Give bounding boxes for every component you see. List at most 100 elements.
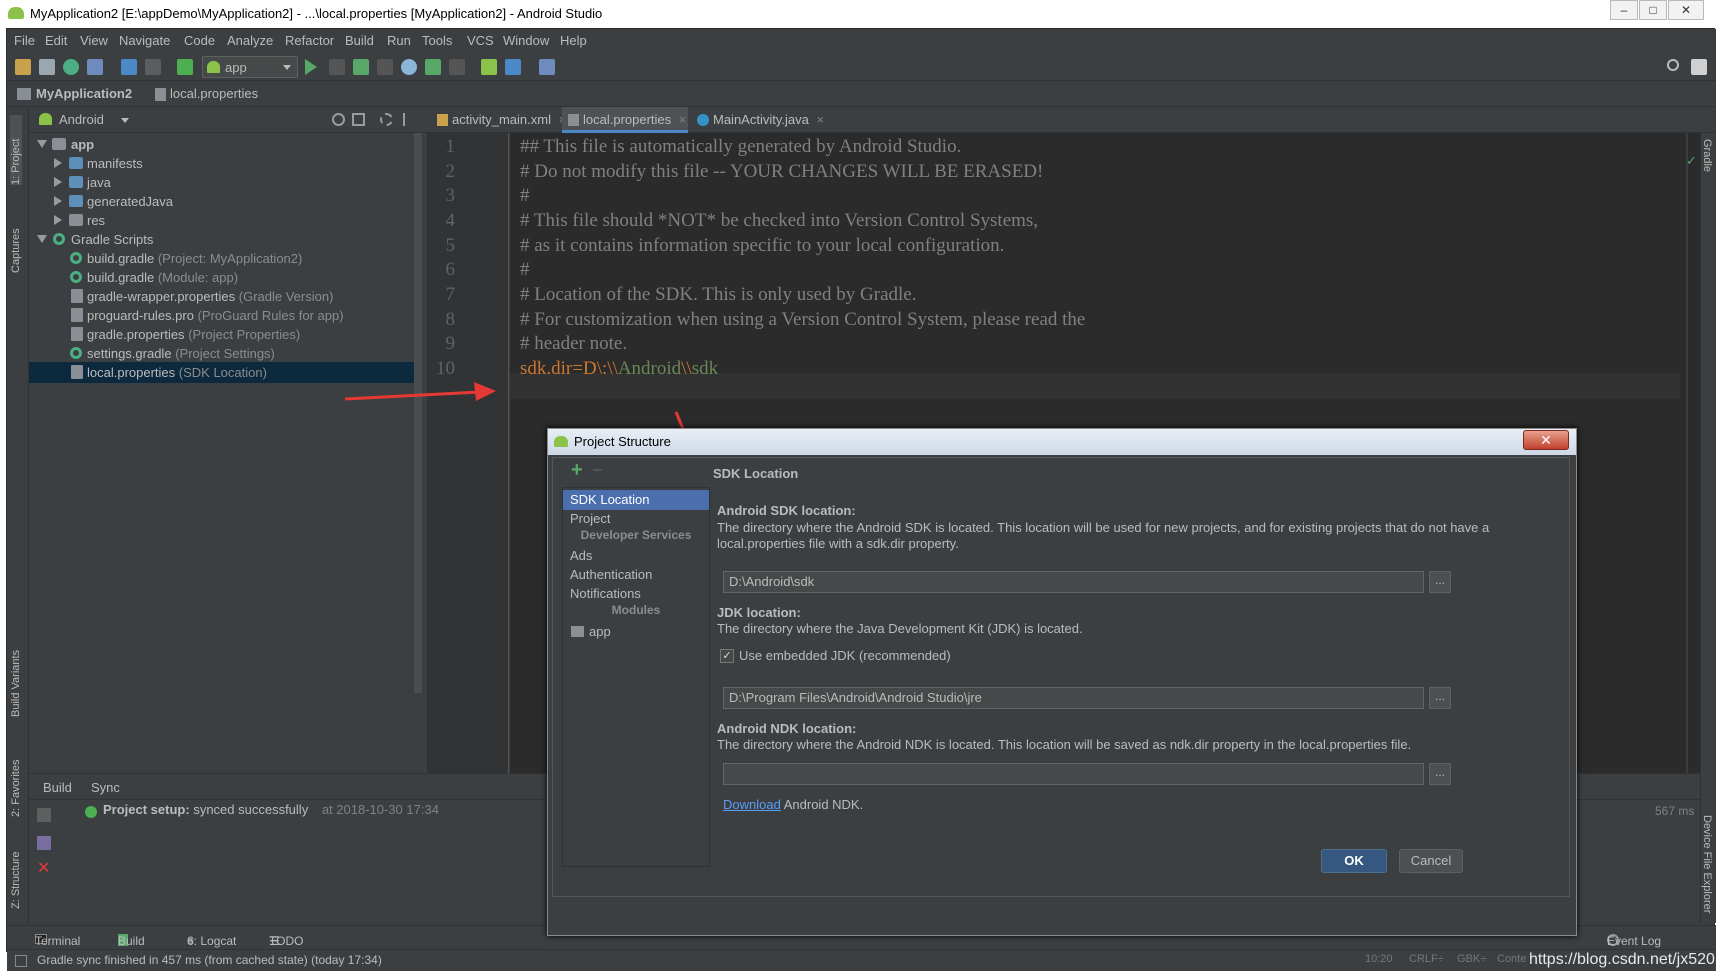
tab-local-properties[interactable]: local.properties ×	[562, 107, 688, 133]
project-tool-tab[interactable]: 1: Project	[10, 115, 22, 185]
sdk-manager-icon[interactable]	[505, 59, 521, 75]
download-ndk-link[interactable]: Download	[723, 797, 781, 812]
rerun-icon[interactable]	[37, 808, 51, 822]
close-tab-icon[interactable]: ×	[816, 112, 824, 127]
chevron-down-icon[interactable]	[121, 118, 129, 123]
expand-down-icon[interactable]	[37, 235, 47, 243]
profile-icon[interactable]	[401, 59, 417, 75]
menu-help[interactable]: Help	[560, 33, 587, 48]
menu-build[interactable]: Build	[345, 33, 374, 48]
jdk-browse-button[interactable]: ...	[1429, 687, 1451, 709]
line-separator[interactable]: CRLF÷	[1409, 953, 1444, 965]
menu-edit[interactable]: Edit	[45, 33, 67, 48]
tab-mainactivity-java[interactable]: MainActivity.java ×	[691, 107, 824, 133]
search-icon[interactable]	[1667, 59, 1679, 71]
menu-view[interactable]: View	[80, 33, 108, 48]
tool-windows-toggle-icon[interactable]	[15, 955, 27, 967]
expand-right-icon[interactable]	[54, 196, 62, 206]
refresh-icon[interactable]	[87, 59, 103, 75]
sidebar-item-authentication[interactable]: Authentication	[563, 565, 709, 585]
cancel-button[interactable]: Cancel	[1399, 849, 1463, 873]
pin-icon[interactable]	[37, 836, 51, 850]
run-configuration-select[interactable]: app	[202, 56, 298, 78]
ndk-browse-button[interactable]: ...	[1429, 763, 1451, 785]
tree-item-local-properties[interactable]: local.properties (SDK Location)	[29, 362, 414, 383]
tree-item-generatedjava[interactable]: generatedJava	[29, 191, 414, 212]
minimize-button[interactable]: –	[1610, 0, 1638, 20]
add-button[interactable]: +	[571, 459, 583, 482]
close-panel-icon[interactable]: ✕	[37, 858, 50, 878]
tree-item-manifests[interactable]: manifests	[29, 153, 414, 174]
captures-tool-tab[interactable]: Captures	[10, 211, 22, 273]
expand-right-icon[interactable]	[54, 177, 62, 187]
favorites-tool-tab[interactable]: 2: Favorites	[10, 747, 22, 817]
context-indicator[interactable]: Context: <no context>	[1497, 953, 1527, 965]
coverage-icon[interactable]	[377, 59, 393, 75]
forward-icon[interactable]	[145, 59, 161, 75]
expand-down-icon[interactable]	[37, 140, 47, 148]
jdk-location-field[interactable]: D:\Program Files\Android\Android Studio\…	[723, 687, 1424, 709]
tree-item-proguard[interactable]: proguard-rules.pro (ProGuard Rules for a…	[29, 305, 414, 326]
gear-icon[interactable]	[380, 113, 393, 126]
avd-manager-icon[interactable]	[481, 59, 497, 75]
build-tab[interactable]: Build	[43, 780, 72, 795]
sync-tab[interactable]: Sync	[91, 780, 120, 795]
tree-item-res[interactable]: res	[29, 210, 414, 231]
menu-analyze[interactable]: Analyze	[227, 33, 273, 48]
close-tab-icon[interactable]: ×	[679, 112, 687, 127]
project-panel-scrollbar[interactable]	[414, 133, 422, 693]
hide-panel-icon[interactable]	[403, 113, 415, 126]
sidebar-item-app[interactable]: app	[563, 622, 709, 642]
menu-refactor[interactable]: Refactor	[285, 33, 334, 48]
ndk-location-field[interactable]	[723, 763, 1424, 785]
tree-item-java[interactable]: java	[29, 172, 414, 193]
menu-file[interactable]: File	[14, 33, 35, 48]
collapse-icon[interactable]	[352, 113, 365, 126]
tab-activity-main-xml[interactable]: activity_main.xml ×	[431, 107, 566, 133]
sync-icon[interactable]	[63, 59, 79, 75]
sdk-browse-button[interactable]: ...	[1429, 571, 1451, 593]
expand-right-icon[interactable]	[54, 215, 62, 225]
sidebar-item-project[interactable]: Project	[563, 509, 709, 529]
run-icon[interactable]	[305, 59, 317, 75]
menu-window[interactable]: Window	[503, 33, 549, 48]
embedded-jdk-checkbox[interactable]: ✓	[720, 649, 734, 663]
attach-debugger-icon[interactable]	[425, 59, 441, 75]
menu-tools[interactable]: Tools	[422, 33, 452, 48]
tree-item-app[interactable]: app	[29, 134, 414, 155]
expand-right-icon[interactable]	[54, 158, 62, 168]
maximize-button[interactable]: □	[1639, 0, 1667, 20]
tree-item-gradle-wrapper[interactable]: gradle-wrapper.properties (Gradle Versio…	[29, 286, 414, 307]
locate-icon[interactable]	[332, 113, 345, 126]
caret-position[interactable]: 10:20	[1365, 953, 1393, 965]
file-encoding[interactable]: GBK÷	[1457, 953, 1486, 965]
gradle-tool-tab[interactable]: Gradle	[1701, 139, 1713, 172]
debug-icon[interactable]	[353, 59, 369, 75]
remove-button[interactable]: –	[593, 461, 602, 479]
breadcrumb-file[interactable]: local.properties	[170, 86, 258, 101]
menu-vcs[interactable]: VCS	[467, 33, 494, 48]
sidebar-item-notifications[interactable]: Notifications	[563, 584, 709, 604]
menu-run[interactable]: Run	[387, 33, 411, 48]
project-structure-icon[interactable]	[539, 59, 555, 75]
tree-item-build-gradle-module[interactable]: build.gradle (Module: app)	[29, 267, 414, 288]
tree-item-gradle-scripts[interactable]: Gradle Scripts	[29, 229, 414, 250]
tree-item-gradle-properties[interactable]: gradle.properties (Project Properties)	[29, 324, 414, 345]
back-icon[interactable]	[121, 59, 137, 75]
menu-code[interactable]: Code	[184, 33, 215, 48]
sidebar-item-sdk-location[interactable]: SDK Location	[563, 490, 709, 510]
stop-icon[interactable]	[449, 59, 465, 75]
ok-button[interactable]: OK	[1321, 849, 1387, 873]
structure-tool-tab[interactable]: Z: Structure	[10, 839, 22, 909]
user-icon[interactable]	[1691, 59, 1707, 75]
device-file-explorer-tool-tab[interactable]: Device File Explorer	[1701, 815, 1713, 913]
build-variants-tool-tab[interactable]: Build Variants	[10, 635, 22, 717]
open-icon[interactable]	[15, 59, 31, 75]
make-project-icon[interactable]	[177, 59, 193, 75]
sidebar-item-ads[interactable]: Ads	[563, 546, 709, 566]
apply-changes-icon[interactable]	[329, 59, 345, 75]
project-view-mode[interactable]: Android	[59, 112, 104, 127]
tree-item-build-gradle-project[interactable]: build.gradle (Project: MyApplication2)	[29, 248, 414, 269]
dialog-close-button[interactable]: ✕	[1523, 430, 1569, 450]
sdk-location-field[interactable]: D:\Android\sdk	[723, 571, 1424, 593]
